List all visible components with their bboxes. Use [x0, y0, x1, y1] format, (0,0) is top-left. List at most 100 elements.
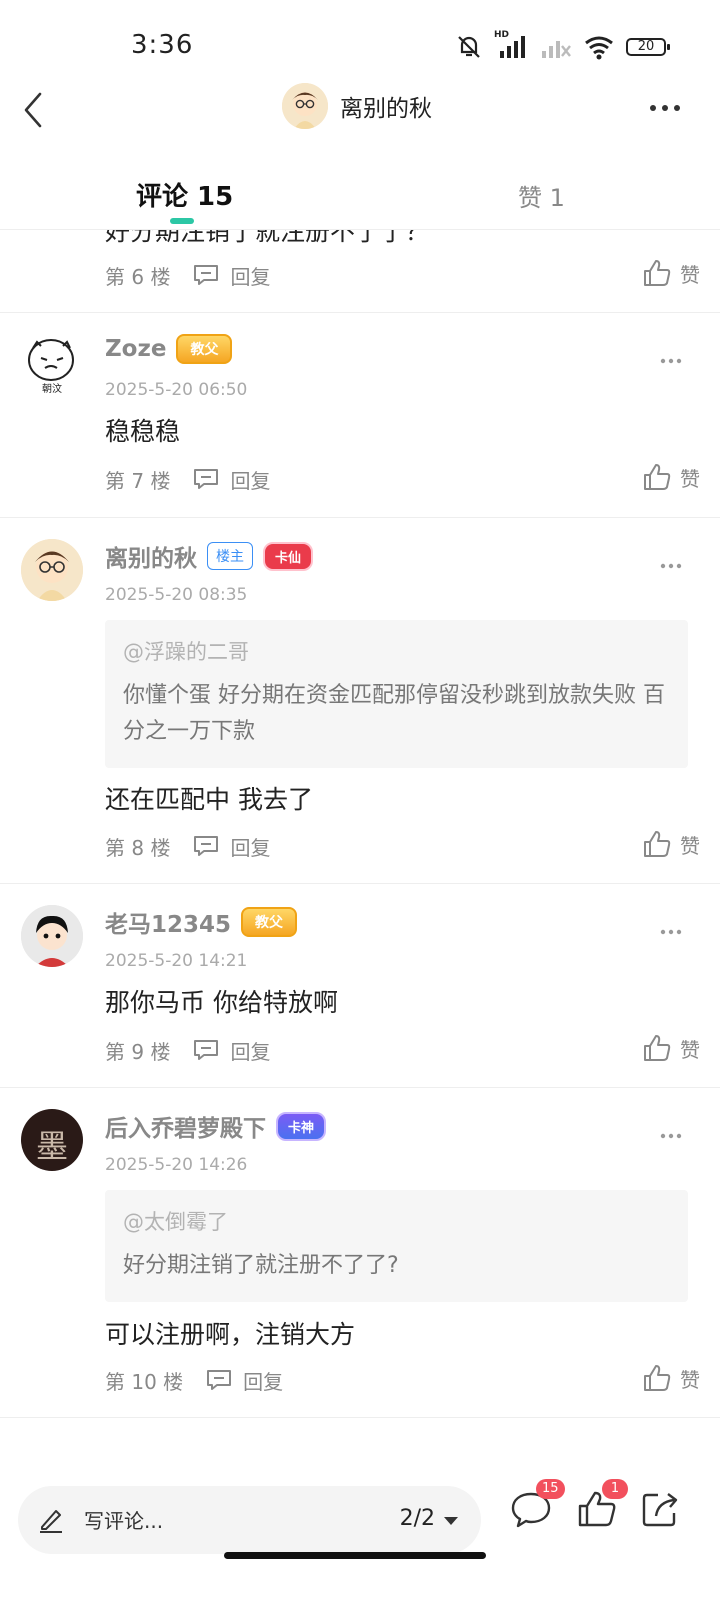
reply-label: 回复 — [230, 468, 271, 493]
nav-title: 离别的秋 — [340, 96, 432, 122]
like-button[interactable]: 赞 — [642, 258, 700, 288]
chevron-left-icon — [24, 92, 42, 128]
commenter-name[interactable]: Zoze — [105, 336, 166, 362]
comment-feed[interactable]: 好分期注销了就注册不了了？ 第 6 楼 回复 赞 朝汶 Zoze 教父 2025… — [0, 230, 720, 1470]
more-options-button[interactable] — [648, 96, 682, 120]
page-indicator[interactable]: 2/2 — [400, 1506, 435, 1531]
tab-comments[interactable]: 评论 15 — [136, 176, 233, 213]
comment-header: 老马12345 教父 — [105, 905, 298, 939]
avatar[interactable]: 朝汶 — [21, 334, 83, 396]
reply-icon — [207, 1370, 232, 1390]
like-label: 赞 — [680, 833, 700, 858]
comment-more-button[interactable] — [660, 350, 682, 364]
like-label: 赞 — [680, 1367, 700, 1392]
status-icons: HD 20 — [456, 30, 670, 60]
floor-label: 第 6 楼 — [105, 264, 171, 289]
like-button[interactable]: 赞 — [642, 462, 700, 492]
comment-item: 墨 后入乔碧萝殿下 卡神 2025-5-20 14:26 @太倒霉了 好分期注销… — [0, 1087, 720, 1417]
quoted-text: 你懂个蛋 好分期在资金匹配那停留没秒跳到放款失败 百分之一万下款 — [123, 683, 665, 744]
nav-avatar[interactable] — [282, 83, 328, 129]
comment-more-button[interactable] — [660, 921, 682, 935]
reply-button[interactable]: 回复 — [205, 1366, 283, 1395]
status-time: 3:36 — [131, 30, 194, 60]
comment-item: 老马12345 教父 2025-5-20 14:21 那你马币 你给特放啊 第 … — [0, 883, 720, 1087]
divider — [0, 1417, 720, 1418]
comment-header: 离别的秋 楼主 卡仙 — [105, 539, 314, 573]
thumbs-up-icon — [644, 464, 671, 490]
reply-icon — [194, 1040, 219, 1060]
tab-bar: 评论 15 赞 1 — [0, 160, 720, 230]
commenter-name[interactable]: 老马12345 — [105, 905, 231, 939]
like-button[interactable]: 赞 — [642, 829, 700, 859]
more-dots-icon — [660, 563, 682, 569]
thumbs-up-icon — [644, 1035, 671, 1061]
comment-input[interactable]: 写评论... 2/2 — [18, 1486, 481, 1554]
comment-input-placeholder: 写评论... — [84, 1509, 164, 1533]
comment-count-badge: 15 — [536, 1479, 565, 1499]
reply-button[interactable]: 回复 — [192, 261, 270, 290]
comment-text: 还在匹配中 我去了 — [105, 785, 313, 814]
pen-icon — [40, 1510, 62, 1533]
comment-header: Zoze 教父 — [105, 334, 233, 364]
tab-likes[interactable]: 赞 1 — [518, 178, 565, 213]
floor-label: 第 9 楼 — [105, 1039, 171, 1064]
share-button[interactable] — [638, 1486, 684, 1532]
like-button[interactable]: 赞 — [642, 1033, 700, 1063]
battery-level: 20 — [637, 39, 655, 54]
comment-more-button[interactable] — [660, 1125, 682, 1139]
avatar[interactable]: 墨 — [21, 1109, 83, 1171]
reply-button[interactable]: 回复 — [192, 832, 270, 861]
more-dots-icon — [660, 1133, 682, 1139]
quoted-comment[interactable]: @浮躁的二哥 你懂个蛋 好分期在资金匹配那停留没秒跳到放款失败 百分之一万下款 — [105, 620, 688, 768]
comment-actions: 第 8 楼 回复 赞 — [105, 829, 700, 863]
comment-item: 离别的秋 楼主 卡仙 2025-5-20 08:35 @浮躁的二哥 你懂个蛋 好… — [0, 517, 720, 883]
floor-label: 第 7 楼 — [105, 468, 171, 493]
comment-time: 2025-5-20 14:21 — [105, 951, 248, 971]
thumbs-up-icon — [644, 1365, 671, 1391]
thumbs-up-icon — [644, 260, 671, 286]
nav-bar: 离别的秋 — [0, 78, 720, 140]
more-dots-icon — [650, 105, 680, 111]
avatar[interactable] — [21, 905, 83, 967]
badge-card-god: 卡神 — [276, 1111, 327, 1141]
home-indicator[interactable] — [224, 1552, 486, 1559]
quoted-comment[interactable]: @太倒霉了 好分期注销了就注册不了了? — [105, 1190, 688, 1302]
wifi-icon — [585, 36, 613, 60]
avatar-caption: 朝汶 — [42, 384, 62, 395]
reply-label: 回复 — [230, 1039, 271, 1064]
commenter-name[interactable]: 后入乔碧萝殿下 — [105, 1109, 266, 1143]
avatar-caption: 墨 — [35, 1127, 68, 1165]
comment-time: 2025-5-20 08:35 — [105, 585, 248, 605]
reply-button[interactable]: 回复 — [192, 465, 270, 494]
like-label: 赞 — [680, 466, 700, 491]
nav-user[interactable]: 离别的秋 — [282, 83, 432, 129]
back-button[interactable] — [14, 88, 54, 132]
reply-icon — [194, 469, 219, 489]
avatar[interactable] — [21, 539, 83, 601]
comment-actions: 第 7 楼 回复 赞 — [105, 462, 700, 496]
quoted-text: 好分期注销了就注册不了了? — [123, 1253, 399, 1278]
like-button[interactable]: 赞 — [642, 1363, 700, 1393]
quoted-user: @太倒霉了 — [123, 1210, 228, 1234]
bottom-bar: 写评论... 2/2 15 1 — [0, 1470, 720, 1600]
status-bar: 3:36 HD 20 — [0, 0, 720, 90]
like-label: 赞 — [680, 262, 700, 287]
share-icon — [642, 1493, 678, 1527]
reply-icon — [194, 265, 219, 285]
mute-bell-icon — [458, 36, 480, 58]
comment-more-button[interactable] — [660, 555, 682, 569]
floor-label: 第 10 楼 — [105, 1369, 184, 1394]
tab-active-indicator — [170, 218, 194, 224]
more-dots-icon — [660, 358, 682, 364]
reply-button[interactable]: 回复 — [192, 1036, 270, 1065]
reply-label: 回复 — [243, 1369, 284, 1394]
comment-text: 那你马币 你给特放啊 — [105, 988, 338, 1017]
like-count-badge: 1 — [602, 1479, 628, 1499]
comment-header: 后入乔碧萝殿下 卡神 — [105, 1109, 327, 1143]
comment-time: 2025-5-20 14:26 — [105, 1155, 248, 1175]
comments-button[interactable]: 15 — [508, 1479, 565, 1532]
like-post-button[interactable]: 1 — [574, 1479, 628, 1532]
reply-label: 回复 — [230, 835, 271, 860]
commenter-name[interactable]: 离别的秋 — [105, 539, 197, 573]
caret-down-icon[interactable] — [443, 1516, 459, 1526]
